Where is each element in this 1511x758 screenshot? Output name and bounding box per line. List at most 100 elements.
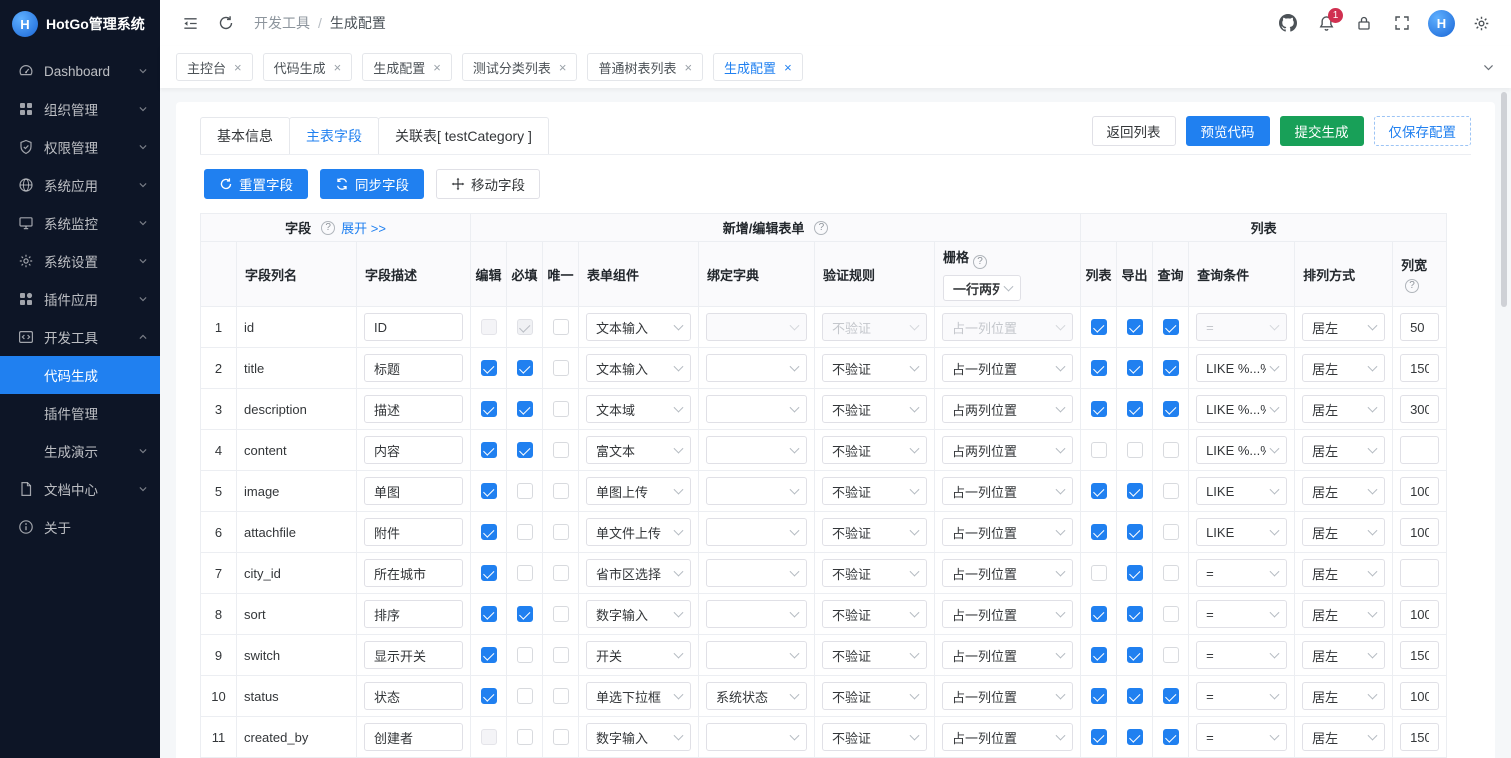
query-cond-select[interactable]: = [1196,559,1287,587]
list-checkbox[interactable] [1091,565,1107,581]
query-cond-select[interactable]: LIKE [1196,477,1287,505]
col-width-input[interactable] [1400,436,1439,464]
field-desc-input[interactable] [364,354,463,382]
rule-select[interactable]: 不验证 [822,518,927,546]
preview-code-button[interactable]: 预览代码 [1186,116,1270,146]
config-tab[interactable]: 关联表[ testCategory ] [378,117,549,154]
grid-select[interactable]: 占一列位置 [942,641,1073,669]
component-select[interactable]: 单图上传 [586,477,691,505]
help-icon[interactable]: ? [1405,279,1419,293]
list-checkbox[interactable] [1091,442,1107,458]
unique-checkbox[interactable] [553,483,569,499]
align-select[interactable]: 居左 [1302,518,1385,546]
field-desc-input[interactable] [364,395,463,423]
sidebar-item-文档中心[interactable]: 文档中心 [0,470,160,508]
reload-icon[interactable] [210,7,242,39]
submit-generate-button[interactable]: 提交生成 [1280,116,1364,146]
required-checkbox[interactable] [517,606,533,622]
multitab-测试分类列表[interactable]: 测试分类列表× [462,53,578,81]
query-checkbox[interactable] [1163,647,1179,663]
export-checkbox[interactable] [1127,401,1143,417]
sidebar-item-插件应用[interactable]: 插件应用 [0,280,160,318]
component-select[interactable]: 文本输入 [586,313,691,341]
rule-select[interactable]: 不验证 [822,559,927,587]
export-checkbox[interactable] [1127,565,1143,581]
sidebar-item-权限管理[interactable]: 权限管理 [0,128,160,166]
reset-fields-button[interactable]: 重置字段 [204,169,308,199]
edit-checkbox[interactable] [481,442,497,458]
dict-select[interactable] [706,559,807,587]
multitab-普通树表列表[interactable]: 普通树表列表× [587,53,703,81]
required-checkbox[interactable] [517,647,533,663]
field-desc-input[interactable] [364,436,463,464]
config-tab[interactable]: 基本信息 [200,117,290,154]
component-select[interactable]: 文本输入 [586,354,691,382]
multitab-生成配置[interactable]: 生成配置× [362,53,452,81]
user-avatar[interactable]: H [1428,10,1455,37]
component-select[interactable]: 开关 [586,641,691,669]
col-width-input[interactable] [1400,600,1439,628]
dict-select[interactable] [706,723,807,751]
col-width-input[interactable] [1400,477,1439,505]
edit-checkbox[interactable] [481,483,497,499]
close-icon[interactable]: × [334,61,342,74]
help-icon[interactable]: ? [973,255,987,269]
dict-select[interactable] [706,518,807,546]
query-checkbox[interactable] [1163,688,1179,704]
export-checkbox[interactable] [1127,729,1143,745]
list-checkbox[interactable] [1091,360,1107,376]
field-desc-input[interactable] [364,600,463,628]
close-icon[interactable]: × [234,61,242,74]
component-select[interactable]: 数字输入 [586,600,691,628]
component-select[interactable]: 数字输入 [586,723,691,751]
query-cond-select[interactable]: = [1196,682,1287,710]
grid-select[interactable]: 占一列位置 [942,600,1073,628]
multitab-生成配置[interactable]: 生成配置× [713,53,803,81]
export-checkbox[interactable] [1127,483,1143,499]
rule-select[interactable]: 不验证 [822,354,927,382]
sidebar-item-系统设置[interactable]: 系统设置 [0,242,160,280]
grid-select[interactable]: 占两列位置 [942,395,1073,423]
edit-checkbox[interactable] [481,524,497,540]
export-checkbox[interactable] [1127,524,1143,540]
query-checkbox[interactable] [1163,442,1179,458]
edit-checkbox[interactable] [481,565,497,581]
unique-checkbox[interactable] [553,319,569,335]
tabbar-dropdown-icon[interactable] [1472,61,1495,74]
col-width-input[interactable] [1400,682,1439,710]
field-desc-input[interactable] [364,518,463,546]
collapse-sidebar-icon[interactable] [174,7,206,39]
save-config-button[interactable]: 仅保存配置 [1374,116,1472,146]
component-select[interactable]: 富文本 [586,436,691,464]
align-select[interactable]: 居左 [1302,436,1385,464]
list-checkbox[interactable] [1091,729,1107,745]
align-select[interactable]: 居左 [1302,682,1385,710]
grid-select[interactable]: 占一列位置 [942,477,1073,505]
field-desc-input[interactable] [364,313,463,341]
component-select[interactable]: 省市区选择 [586,559,691,587]
settings-gear-icon[interactable] [1465,7,1497,39]
rule-select[interactable]: 不验证 [822,682,927,710]
query-cond-select[interactable]: LIKE %...% [1196,395,1287,423]
col-width-input[interactable] [1400,354,1439,382]
grid-select[interactable]: 占一列位置 [942,559,1073,587]
unique-checkbox[interactable] [553,360,569,376]
query-cond-select[interactable]: = [1196,723,1287,751]
fullscreen-icon[interactable] [1386,7,1418,39]
edit-checkbox[interactable] [481,688,497,704]
multitab-主控台[interactable]: 主控台× [176,53,253,81]
sidebar-item-代码生成[interactable]: 代码生成 [0,356,160,394]
query-checkbox[interactable] [1163,606,1179,622]
export-checkbox[interactable] [1127,688,1143,704]
close-icon[interactable]: × [684,61,692,74]
unique-checkbox[interactable] [553,688,569,704]
list-checkbox[interactable] [1091,647,1107,663]
col-width-input[interactable] [1400,313,1439,341]
sidebar-item-插件管理[interactable]: 插件管理 [0,394,160,432]
field-desc-input[interactable] [364,477,463,505]
dict-select[interactable] [706,477,807,505]
dict-select[interactable]: 系统状态 [706,682,807,710]
query-cond-select[interactable]: LIKE %...% [1196,354,1287,382]
component-select[interactable]: 文本域 [586,395,691,423]
lock-screen-icon[interactable] [1348,7,1380,39]
